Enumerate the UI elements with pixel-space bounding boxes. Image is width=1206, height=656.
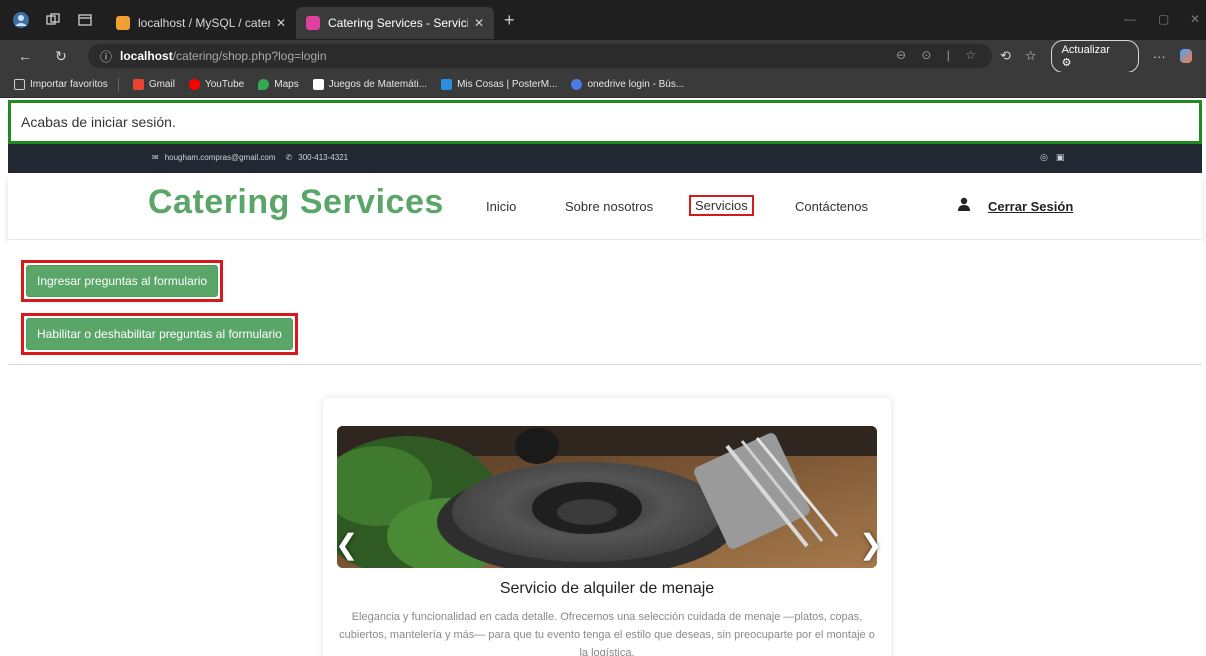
social-links: ◎▣ [1040, 152, 1072, 163]
user-icon [958, 197, 970, 214]
gmail-icon [132, 79, 144, 90]
add-questions-button[interactable]: Ingresar preguntas al formulario [26, 265, 219, 297]
new-tab-icon[interactable]: + [504, 10, 515, 31]
tab-phpmyadmin[interactable]: localhost / MySQL / cateringdb / ✕ [106, 7, 296, 39]
url-host: localhost [120, 49, 173, 63]
maps-icon [258, 79, 270, 90]
nav-sobre-nosotros[interactable]: Sobre nosotros [565, 199, 653, 214]
add-questions-highlight: Ingresar preguntas al formulario [21, 260, 224, 302]
catering-favicon-icon [306, 16, 320, 30]
login-success-alert: Acabas de iniciar sesión. [8, 100, 1202, 144]
copilot-icon[interactable] [1179, 49, 1192, 63]
contact-email[interactable]: hougham.compras@gmail.com [165, 153, 276, 162]
url-field[interactable]: ⓘ localhost/catering/shop.php?log=login … [88, 44, 992, 68]
alert-message: Acabas de iniciar sesión. [21, 114, 176, 130]
brand-logo[interactable]: Catering Services [148, 183, 444, 222]
services-section: ❮ ❯ Servicio de alquiler de menaje Elega… [8, 366, 1202, 656]
poster-icon [441, 79, 453, 90]
favorites-icon[interactable]: ☆ [1025, 48, 1037, 64]
admin-actions: Ingresar preguntas al formulario Habilit… [8, 240, 1202, 365]
refresh-icon[interactable]: ↻ [50, 48, 72, 65]
phone-icon: ✆ [285, 153, 293, 162]
close-window-icon[interactable]: ✕ [1190, 12, 1200, 26]
contact-info: ✉ hougham.compras@gmail.com ✆ 300-413-43… [152, 153, 354, 162]
search-icon [571, 79, 583, 90]
nav-contactenos[interactable]: Contáctenos [795, 199, 868, 214]
bookmark-math-games[interactable]: Juegos de Matemáti... [312, 79, 427, 90]
close-icon[interactable]: ✕ [276, 16, 286, 30]
bookmark-onedrive[interactable]: onedrive login - Bús... [571, 79, 684, 90]
bookmark-youtube[interactable]: YouTube [188, 79, 244, 90]
bookmark-import-favorites[interactable]: Importar favoritos [14, 79, 108, 90]
extensions-icon[interactable]: ⟲ [1000, 48, 1011, 64]
update-button[interactable]: Actualizar ⚙ [1050, 39, 1139, 73]
contact-phone[interactable]: 300-413-4321 [298, 153, 348, 162]
instagram-icon[interactable]: ◎ [1040, 152, 1056, 162]
tab-actions-icon[interactable] [74, 9, 96, 31]
bookmark-poster[interactable]: Mis Cosas | PosterM... [441, 79, 557, 90]
bookmarks-bar: Importar favoritos Gmail YouTube Maps Ju… [0, 72, 1206, 98]
toggle-questions-button[interactable]: Habilitar o deshabilitar preguntas al fo… [26, 318, 293, 350]
carousel-next-icon[interactable]: ❯ [859, 528, 882, 561]
bookmark-gmail[interactable]: Gmail [132, 79, 175, 90]
address-bar: ← ↻ ⓘ localhost/catering/shop.php?log=lo… [0, 39, 1206, 73]
service-carousel-image [337, 426, 877, 568]
close-icon[interactable]: ✕ [474, 16, 484, 30]
more-menu-icon[interactable]: ··· [1153, 49, 1166, 64]
linkedin-icon[interactable]: ▣ [1056, 152, 1073, 162]
toggle-questions-highlight: Habilitar o deshabilitar preguntas al fo… [21, 313, 298, 355]
site-header: Catering Services Inicio Sobre nosotros … [8, 173, 1202, 239]
phpmyadmin-favicon-icon [116, 16, 130, 30]
bookmark-divider [117, 77, 119, 92]
restore-icon[interactable]: ▢ [1158, 12, 1169, 26]
nav-inicio[interactable]: Inicio [486, 199, 516, 214]
service-card: ❮ ❯ Servicio de alquiler de menaje Elega… [323, 398, 891, 656]
youtube-icon [188, 79, 200, 90]
tab-title: Catering Services - Servicios [328, 16, 468, 30]
toolbar-right: ⟲ ☆ Actualizar ⚙ ··· [1000, 39, 1206, 73]
logout-link[interactable]: Cerrar Sesión [988, 199, 1073, 214]
workspaces-icon[interactable] [42, 9, 64, 31]
service-title: Servicio de alquiler de menaje [499, 580, 715, 597]
tab-title: localhost / MySQL / cateringdb / [138, 16, 270, 30]
url-path: /catering/shop.php?log=login [172, 49, 327, 63]
bookmark-maps[interactable]: Maps [258, 79, 299, 90]
zoom-icon[interactable]: ⊖ ⊙ | ☆ [896, 48, 982, 62]
browser-tab-bar: localhost / MySQL / cateringdb / ✕ Cater… [0, 0, 1206, 40]
profile-icon[interactable] [10, 9, 32, 31]
site-info-icon[interactable]: ⓘ [100, 48, 112, 65]
folder-icon [14, 79, 25, 90]
math-games-icon [312, 79, 324, 90]
back-icon[interactable]: ← [14, 48, 36, 64]
service-description: Elegancia y funcionalidad en cada detall… [339, 611, 875, 656]
envelope-icon: ✉ [152, 153, 159, 162]
contact-topbar: ✉ hougham.compras@gmail.com ✆ 300-413-43… [8, 144, 1202, 173]
nav-servicios[interactable]: Servicios [689, 195, 754, 216]
tab-catering-services[interactable]: Catering Services - Servicios ✕ [296, 7, 494, 39]
carousel-prev-icon[interactable]: ❮ [335, 528, 358, 561]
minimize-icon[interactable]: — [1124, 12, 1136, 26]
